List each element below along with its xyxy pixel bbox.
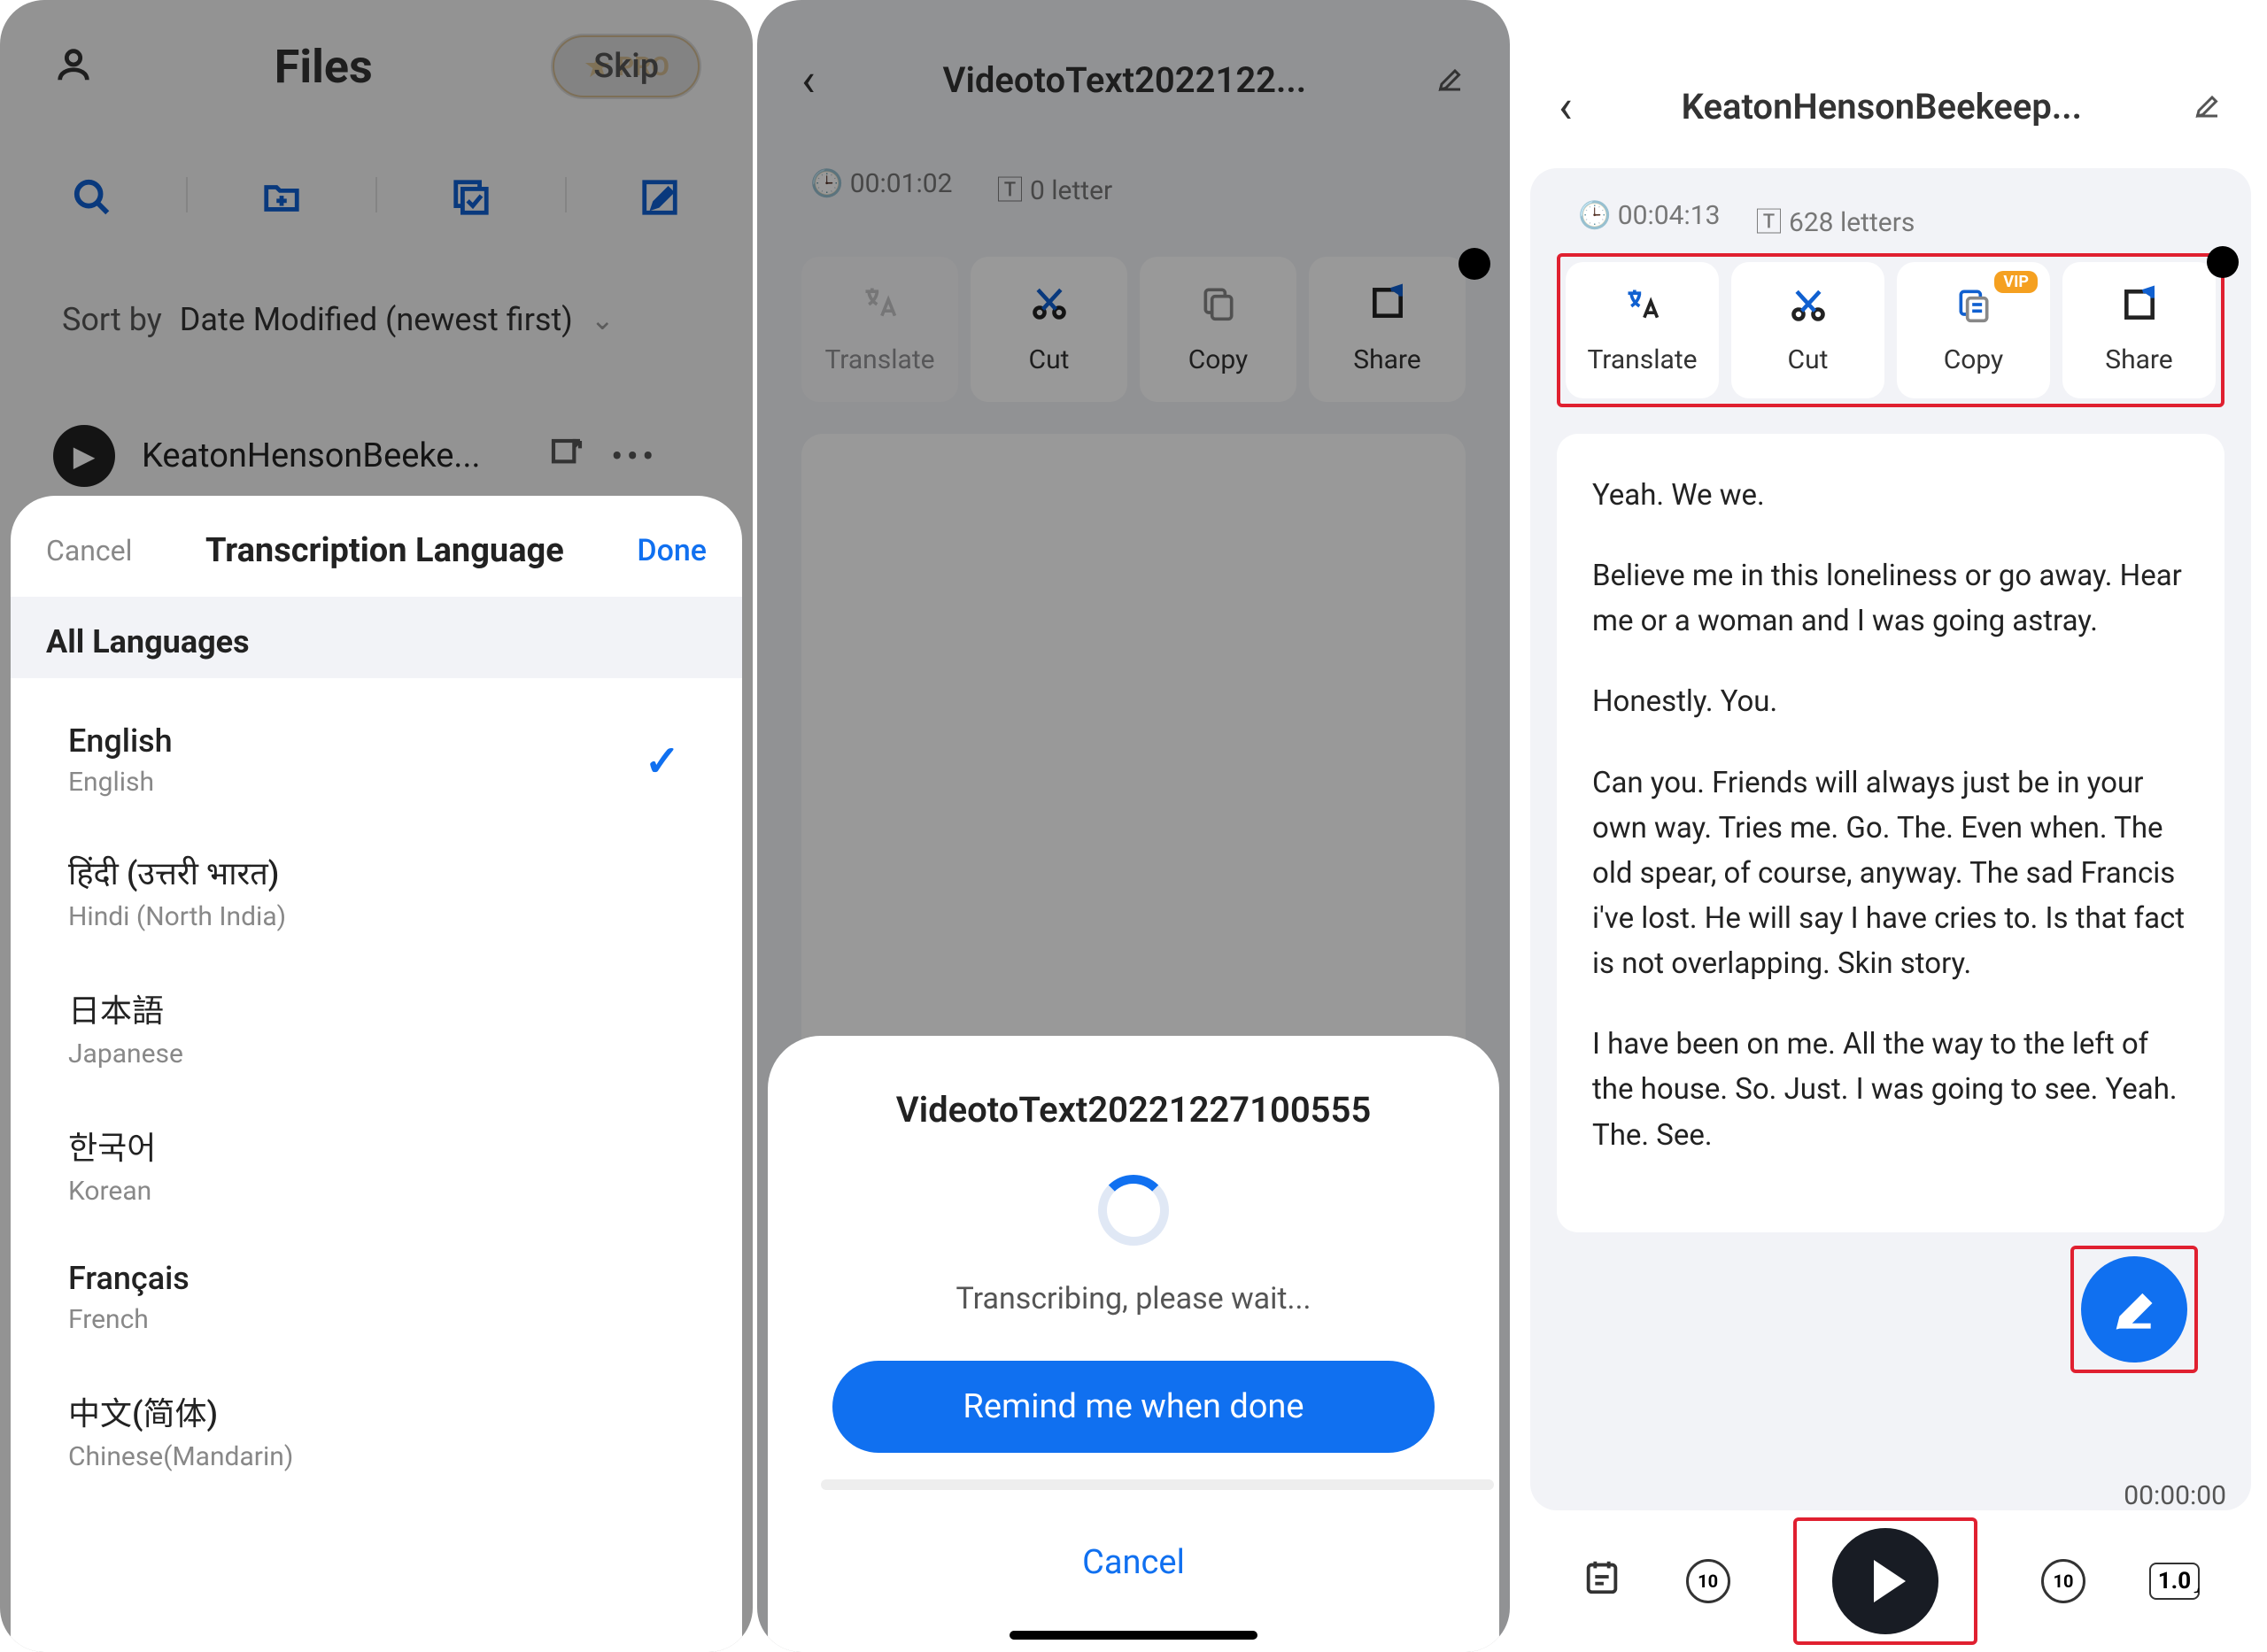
sheet-title: Transcription Language	[205, 531, 564, 570]
files-screen: Files ★ PRO Skip Sort by Date Modified (…	[0, 0, 753, 1652]
notes-icon[interactable]	[1582, 1556, 1622, 1607]
transcribing-screen: ‹ VideotoText2022122... 🕒 00:01:02 🅃 0 l…	[757, 0, 1510, 1652]
duration-label: 🕒 00:04:13	[1578, 200, 1721, 239]
remind-button[interactable]: Remind me when done	[832, 1361, 1435, 1453]
back-button[interactable]: ‹	[1559, 80, 1573, 134]
translate-button[interactable]: Translate	[1566, 262, 1719, 398]
progress-title: VideotoText20221227100555	[821, 1089, 1446, 1131]
edit-title-icon[interactable]	[2191, 89, 2223, 125]
progress-sheet: VideotoText20221227100555 Transcribing, …	[768, 1036, 1499, 1652]
language-list: EnglishEnglish✓ हिंदी (उत्तरी भारत)Hindi…	[37, 696, 716, 1499]
transcript-line: Believe me in this loneliness or go away…	[1592, 553, 2189, 644]
home-indicator[interactable]	[1010, 1631, 1257, 1640]
doc-meta: 🕒 00:04:13 🅃 628 letters	[1557, 186, 2224, 253]
lang-item-hindi[interactable]: हिंदी (उत्तरी भारत)Hindi (North India)	[37, 824, 716, 959]
player-footer: 00:00:00 10 10 1.0	[1514, 1510, 2267, 1652]
rewind-10-icon[interactable]: 10	[1686, 1559, 1730, 1603]
result-screen: ‹ KeatonHensonBeekeep... 🕒 00:04:13 🅃 62…	[1514, 0, 2267, 1652]
lang-item-french[interactable]: FrançaisFrench	[37, 1233, 716, 1362]
edit-fab[interactable]	[2081, 1256, 2187, 1363]
spinner-icon	[1098, 1175, 1169, 1246]
transcript-line: Can you. Friends will always just be in …	[1592, 760, 2189, 987]
vip-badge: VIP	[1994, 271, 2038, 293]
doc-title: KeatonHensonBeekeep...	[1625, 86, 2139, 127]
forward-10-icon[interactable]: 10	[2041, 1559, 2085, 1603]
lang-item-korean[interactable]: 한국어Korean	[37, 1096, 716, 1233]
progress-status: Transcribing, please wait...	[821, 1281, 1446, 1316]
transcript-line: Honestly. You.	[1592, 679, 2189, 724]
transcript-line: Yeah. We we.	[1592, 473, 2189, 518]
all-languages-header: All Languages	[11, 597, 742, 678]
play-icon	[1874, 1560, 1906, 1602]
language-sheet: Cancel Transcription Language Done All L…	[11, 496, 742, 1652]
translate-icon	[1623, 285, 1662, 334]
done-button[interactable]: Done	[637, 533, 707, 568]
actions-highlight: Translate Cut VIPCopy Share	[1557, 253, 2224, 407]
progress-bar	[821, 1479, 1494, 1490]
time-label: 00:00:00	[2124, 1480, 2226, 1511]
lang-item-chinese[interactable]: 中文(简体)Chinese(Mandarin)	[37, 1362, 716, 1499]
cut-button[interactable]: Cut	[1731, 262, 1884, 398]
scroll-indicator[interactable]	[2207, 246, 2239, 278]
cut-icon	[1789, 285, 1828, 334]
transcript-line: I have been on me. All the way to the le…	[1592, 1022, 2189, 1157]
edit-fab-highlight	[2070, 1246, 2198, 1373]
share-icon	[2120, 285, 2159, 334]
speed-button[interactable]: 1.0	[2149, 1563, 2200, 1600]
result-body: 🕒 00:04:13 🅃 628 letters Translate Cut V…	[1530, 168, 2251, 1510]
copy-icon	[1954, 285, 1993, 334]
check-icon: ✓	[645, 736, 680, 786]
letters-label: 🅃 628 letters	[1756, 200, 1915, 239]
play-highlight	[1793, 1517, 1977, 1645]
transcript-text[interactable]: Yeah. We we. Believe me in this loneline…	[1557, 434, 2224, 1232]
copy-button[interactable]: VIPCopy	[1897, 262, 2050, 398]
cancel-button[interactable]: Cancel	[821, 1525, 1446, 1600]
cancel-button[interactable]: Cancel	[46, 534, 132, 567]
share-button[interactable]: Share	[2062, 262, 2216, 398]
play-button[interactable]	[1832, 1528, 1938, 1634]
lang-item-japanese[interactable]: 日本語Japanese	[37, 959, 716, 1096]
lang-item-english[interactable]: EnglishEnglish✓	[37, 696, 716, 824]
